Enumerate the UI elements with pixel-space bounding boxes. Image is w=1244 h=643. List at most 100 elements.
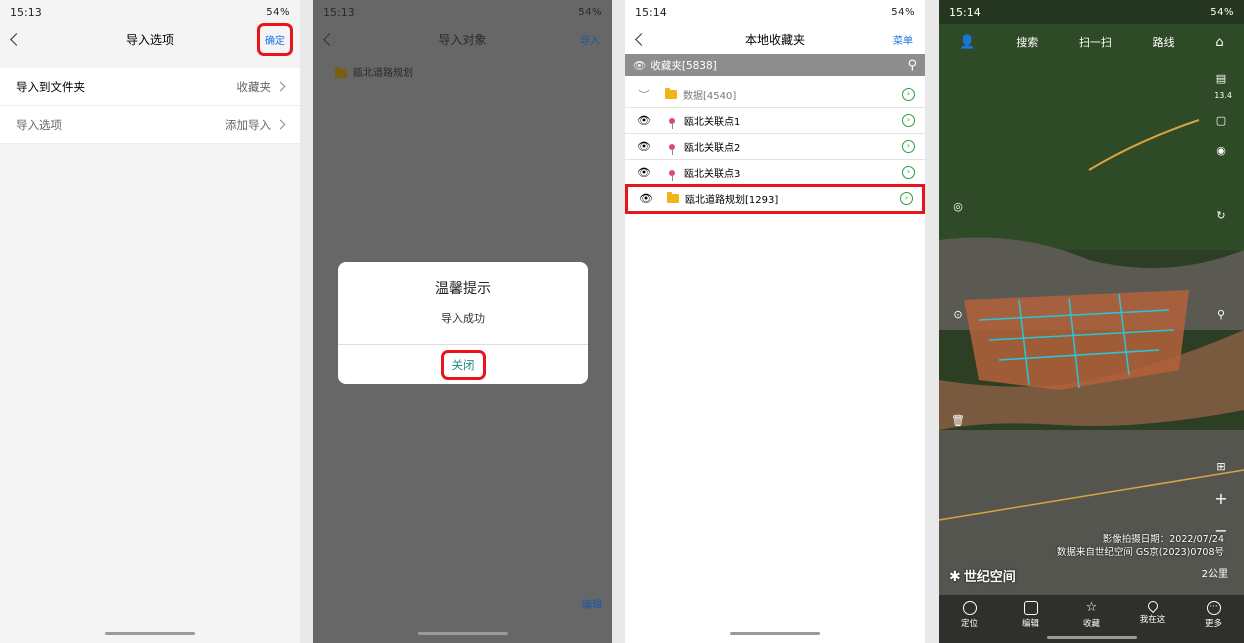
pin-icon [669, 117, 675, 129]
bottom-toolbar: 定位 编辑 ☆ 收藏 我在这 ··· 更多 [939, 598, 1244, 633]
data-source: 数据来自世纪空间 GS京(2023)0708号 [1056, 547, 1224, 558]
edit-button[interactable]: 编辑 [582, 596, 602, 611]
fullscreen-icon[interactable]: ▢ [1212, 112, 1230, 130]
rotate-icon[interactable]: ↻ [1212, 207, 1230, 225]
home-indicator [1046, 636, 1137, 639]
confirm-button[interactable]: 确定 [257, 22, 293, 56]
search-icon[interactable]: ⚲ [907, 58, 917, 73]
route-button[interactable]: 路线 [1153, 34, 1175, 50]
zoom-in-icon[interactable]: + [1212, 490, 1230, 508]
zoom-level: 13.4 [1214, 91, 1232, 100]
status-time: 15:14 [635, 5, 667, 19]
dialog-title: 温馨提示 [435, 281, 491, 297]
button-label: 编辑 [1021, 619, 1039, 629]
back-icon[interactable] [635, 32, 648, 46]
favorite-button[interactable]: ☆ 收藏 [1067, 601, 1117, 633]
logo-icon: ✱ [949, 569, 961, 585]
status-time: 15:14 [949, 5, 981, 19]
delete-icon[interactable]: 🗑 [949, 412, 967, 430]
menu-button[interactable]: 菜单 [893, 32, 913, 47]
item-name: 数据[4540] [683, 91, 737, 102]
back-icon[interactable] [323, 32, 336, 46]
home-indicator [417, 632, 508, 635]
chevron-right-circle-icon[interactable]: › [900, 192, 913, 205]
list-item[interactable]: 👁 瓯北关联点1 › [625, 108, 925, 134]
eye-icon[interactable]: 👁 [635, 140, 653, 153]
edit-button[interactable]: 编辑 [1006, 601, 1056, 633]
eye-icon[interactable]: 👁 [637, 192, 655, 205]
nav-bar: 导入对象 导入 [313, 24, 612, 54]
brand-name: 世纪空间 [963, 570, 1016, 585]
chevron-right-circle-icon[interactable]: › [902, 88, 915, 101]
status-bar: 15:13 54% [0, 0, 300, 24]
alert-dialog: 温馨提示 导入成功 关闭 [338, 262, 588, 384]
more-button[interactable]: ··· 更多 [1189, 601, 1239, 633]
row-value: 添加导入 [225, 117, 271, 132]
chevron-right-circle-icon[interactable]: › [902, 114, 915, 127]
chevron-right-icon [275, 119, 286, 130]
status-bar: 15:14 54% [939, 0, 1244, 24]
layers-icon[interactable]: ▤ [1212, 70, 1230, 88]
battery-level: 54% [266, 6, 290, 18]
edit-icon [1023, 601, 1038, 615]
favorites-count: 收藏夹[5838] [650, 59, 717, 72]
item-name: 瓯北关联点3 [684, 169, 741, 180]
folder-icon [667, 192, 679, 203]
status-bar: 15:14 54% [625, 0, 925, 24]
home-icon[interactable]: ⌂ [1215, 35, 1223, 50]
search-button[interactable]: 搜索 [1016, 34, 1038, 50]
item-name: 瓯北道路规划[1293] [685, 195, 779, 206]
chevron-right-circle-icon[interactable]: › [902, 166, 915, 179]
row-label: 导入选项 [16, 117, 62, 132]
import-button[interactable]: 导入 [580, 32, 600, 47]
button-label: 定位 [960, 619, 978, 629]
button-label: 更多 [1204, 619, 1222, 629]
i-am-here-button[interactable]: 我在这 [1128, 598, 1178, 633]
chevron-right-circle-icon[interactable]: › [902, 140, 915, 153]
import-option-row[interactable]: 导入选项 添加导入 [0, 106, 300, 144]
camera-icon[interactable]: ◉ [1212, 142, 1230, 160]
button-label: 我在这 [1139, 615, 1166, 625]
measure-icon[interactable]: ⊙ [949, 306, 967, 324]
status-time: 15:13 [323, 5, 355, 19]
row-label: 导入到文件夹 [16, 79, 85, 94]
folder-name: 瓯北道路规划 [353, 68, 413, 79]
close-button[interactable]: 关闭 [440, 350, 486, 380]
more-icon: ··· [1206, 601, 1221, 615]
locate-button[interactable]: 定位 [945, 601, 995, 633]
folder-icon [335, 66, 347, 78]
location-pin-icon[interactable]: ⚲ [1212, 306, 1230, 324]
user-icon[interactable]: 👤 [959, 35, 975, 50]
import-folder-row[interactable]: 导入到文件夹 收藏夹 [0, 68, 300, 106]
battery-level: 54% [578, 6, 602, 18]
star-icon: ☆ [1085, 600, 1098, 615]
list-item[interactable]: ︶ 数据[4540] › [625, 82, 925, 108]
nav-bar: 导入选项 确定 [0, 22, 300, 56]
view-icon[interactable]: ◎ [949, 198, 967, 216]
battery-level: 54% [891, 6, 915, 18]
eye-icon[interactable]: 👁 [635, 166, 653, 179]
phone-local-favorites: 15:14 54% 本地收藏夹 菜单 👁 收藏夹[5838] ⚲ ︶ 数据[454… [625, 0, 925, 643]
brand-logo: ✱ 世纪空间 [949, 566, 1016, 585]
list-item[interactable]: 👁 瓯北关联点2 › [625, 134, 925, 160]
scan-button[interactable]: 扫一扫 [1079, 34, 1112, 50]
dialog-message: 导入成功 [441, 312, 485, 325]
capture-date: 影像拍摄日期：2022/07/24 [1102, 534, 1224, 545]
eye-closed-icon[interactable]: ︶ [635, 87, 653, 103]
battery-level: 54% [1210, 6, 1234, 18]
divider [338, 344, 588, 345]
back-icon[interactable] [10, 32, 23, 46]
list-item[interactable]: 👁 瓯北关联点3 › [625, 160, 925, 186]
favorites-list: ︶ 数据[4540] › 👁 瓯北关联点1 › 👁 瓯北关联点2 › 👁 瓯北关… [625, 82, 925, 214]
home-indicator [105, 632, 195, 635]
eye-icon[interactable]: 👁 [635, 114, 653, 127]
home-indicator [730, 632, 820, 635]
item-name: 瓯北关联点2 [684, 143, 741, 154]
status-time: 15:13 [10, 5, 42, 19]
list-item-highlighted[interactable]: 👁 瓯北道路规划[1293] › [625, 184, 925, 214]
page-title: 导入对象 [438, 32, 487, 47]
eye-icon[interactable]: 👁 [633, 60, 646, 72]
folder-item[interactable]: 瓯北道路规划 [313, 54, 612, 89]
grid-icon[interactable]: ⊞ [1212, 458, 1230, 476]
map-credit: 影像拍摄日期：2022/07/24 数据来自世纪空间 GS京(2023)0708… [1057, 533, 1224, 559]
